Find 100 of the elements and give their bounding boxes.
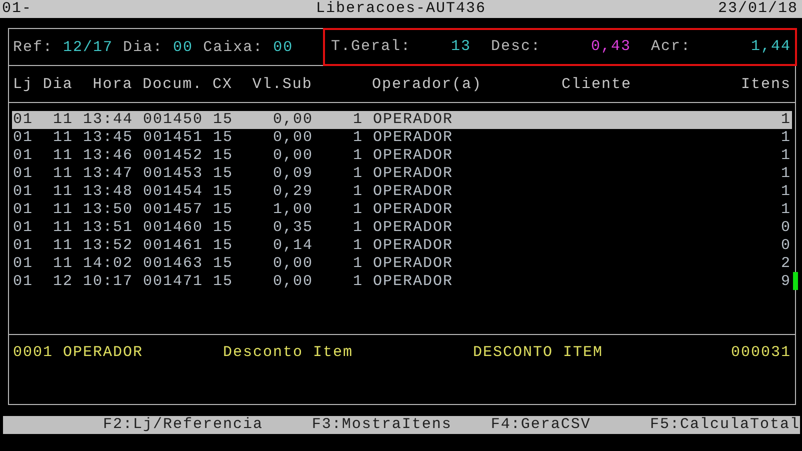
table-cell-text: 13:47 <box>83 165 134 183</box>
table-row[interactable]: 01 11 13:52 001461 15 0,14 1 OPERADOR 0 <box>12 237 792 255</box>
field-label: Ref: <box>13 38 54 56</box>
table-cell-text: 01 <box>13 165 34 183</box>
table-cell-text: 0,00 <box>272 111 313 129</box>
table-cell-text: 1 <box>780 111 791 129</box>
field-value: 00 <box>273 38 294 56</box>
table-cell-text: 15 <box>213 255 234 273</box>
table-cell-text: 01 <box>13 147 34 165</box>
table-cell-text: 0,14 <box>272 237 313 255</box>
table-cell: OPERADOR <box>373 111 454 129</box>
field-label: Caixa: <box>203 38 264 56</box>
table-cell-text: 001454 <box>143 183 204 201</box>
table-cell-text: 1 <box>352 183 363 201</box>
table-cell-text: 01 <box>13 129 34 147</box>
table-cell-text: 0,35 <box>272 219 313 237</box>
column-header: Vl.Sub <box>252 76 314 92</box>
table-cell-text: 01 <box>13 237 34 255</box>
table-cell-text: 0,00 <box>272 273 313 291</box>
table-cell-text: 1 <box>352 129 363 147</box>
table-cell-text: 0,09 <box>272 165 313 183</box>
table-cell-text: 0,00 <box>272 129 313 147</box>
function-key[interactable]: F4:GeraCSV <box>490 416 650 434</box>
column-header: CX <box>212 76 234 92</box>
table-cell-text: 01 <box>13 273 34 291</box>
table-cell-text: 11 <box>53 129 74 147</box>
table-cell-text: 1 <box>780 129 791 147</box>
table-cell-text: 1 <box>352 111 363 129</box>
total-label: Acr: <box>651 38 692 55</box>
field-value: 00 <box>173 38 194 56</box>
table-cell-text: 11 <box>53 219 74 237</box>
function-key[interactable]: F5:CalculaTotal <box>650 416 800 434</box>
table-row[interactable]: 01 11 14:02 001463 15 0,00 1 OPERADOR 2 <box>12 255 792 273</box>
table-cell-text: 1 <box>352 201 363 219</box>
table-cell-text: 1 <box>352 147 363 165</box>
table-cell-text: 11 <box>53 201 74 219</box>
table-cell-text: 0,00 <box>272 255 313 273</box>
table-row[interactable]: 01 11 13:50 001457 15 1,00 1 OPERADOR 1 <box>12 201 792 219</box>
total-value: 0,43 <box>590 38 631 55</box>
table-cell-text: 001451 <box>143 129 204 147</box>
table-row[interactable]: 01 11 13:45 001451 15 0,00 1 OPERADOR 1 <box>12 129 792 147</box>
table-cell-text: 13:45 <box>83 129 134 147</box>
column-header: Dia <box>42 76 74 92</box>
table-row[interactable]: 01 11 13:47 001453 15 0,09 1 OPERADOR 1 <box>12 165 792 183</box>
table-cell: OPERADOR <box>373 255 454 273</box>
table-cell: OPERADOR <box>373 183 454 201</box>
date-text: 23/01/18 <box>718 0 798 18</box>
table-cell-text: 11 <box>53 147 74 165</box>
column-header: Docum. <box>142 76 204 92</box>
table-cell-text: 1 <box>780 183 791 201</box>
table-cell-text: 15 <box>213 129 234 147</box>
table-cell-text: 01 <box>13 111 34 129</box>
detail-operator: 0001 OPERADOR <box>13 344 144 362</box>
table-cell-text: 1 <box>780 165 791 183</box>
column-header: Itens <box>740 76 791 92</box>
detail-number: 000031 <box>730 344 791 362</box>
table-cell-text: 001471 <box>143 273 204 291</box>
column-header: Cliente <box>561 76 632 92</box>
table-cell-text: 13:50 <box>83 201 134 219</box>
table-row[interactable]: 01 11 13:46 001452 15 0,00 1 OPERADOR 1 <box>12 147 792 165</box>
table-cell: OPERADOR <box>373 147 454 165</box>
table-cell-text: 01 <box>13 201 34 219</box>
table-cell-text: 15 <box>213 201 234 219</box>
table-cell-text: 13:44 <box>83 111 134 129</box>
total-value: 13 <box>450 38 471 55</box>
table-cell-text: 15 <box>213 147 234 165</box>
table-cell-text: 0 <box>780 237 791 255</box>
table-cell-text: 11 <box>53 111 74 129</box>
table-cell-text: 001461 <box>143 237 204 255</box>
table-cell-text: 15 <box>213 273 234 291</box>
table-row[interactable]: 01 11 13:48 001454 15 0,29 1 OPERADOR 1 <box>12 183 792 201</box>
table-cell-text: 11 <box>53 255 74 273</box>
table-cell: OPERADOR <box>373 273 454 291</box>
field-label: Dia: <box>123 38 164 56</box>
table-cell-text: 1 <box>352 165 363 183</box>
detail-type: Desconto Item <box>223 344 354 362</box>
table-row[interactable]: 01 11 13:44 001450 15 0,00 1 OPERADOR 1 <box>12 111 792 129</box>
table-cell-text: 001457 <box>143 201 204 219</box>
function-key[interactable]: F3:MostraItens <box>312 416 491 434</box>
table-cell-text: 11 <box>53 237 74 255</box>
column-header: Lj <box>13 76 34 92</box>
table-cell-text: 1 <box>352 237 363 255</box>
field-value: 12/17 <box>63 38 114 56</box>
column-header: Operador(a) <box>372 76 484 92</box>
table-cell-text: 13:51 <box>83 219 134 237</box>
table-cell-text: 001452 <box>143 147 204 165</box>
table-cell-text: 001463 <box>143 255 204 273</box>
table-cell-text: 13:46 <box>83 147 134 165</box>
table-cell-text: 01 <box>13 183 34 201</box>
table-cell-text: 12 <box>53 273 74 291</box>
screen-code: 01- <box>2 0 32 18</box>
table-cell: OPERADOR <box>373 129 454 147</box>
table-row[interactable]: 01 11 13:51 001460 15 0,35 1 OPERADOR 0 <box>12 219 792 237</box>
table-cell-text: 11 <box>53 165 74 183</box>
function-key[interactable]: F2:Lj/Referencia <box>103 416 312 434</box>
table-cell-text: 0,00 <box>272 147 313 165</box>
table-cell-text: 001453 <box>143 165 204 183</box>
table-cell-text: 15 <box>213 237 234 255</box>
table-row[interactable]: 01 12 10:17 001471 15 0,00 1 OPERADOR 9 <box>12 273 792 291</box>
table-cell-text: 14:02 <box>83 255 134 273</box>
